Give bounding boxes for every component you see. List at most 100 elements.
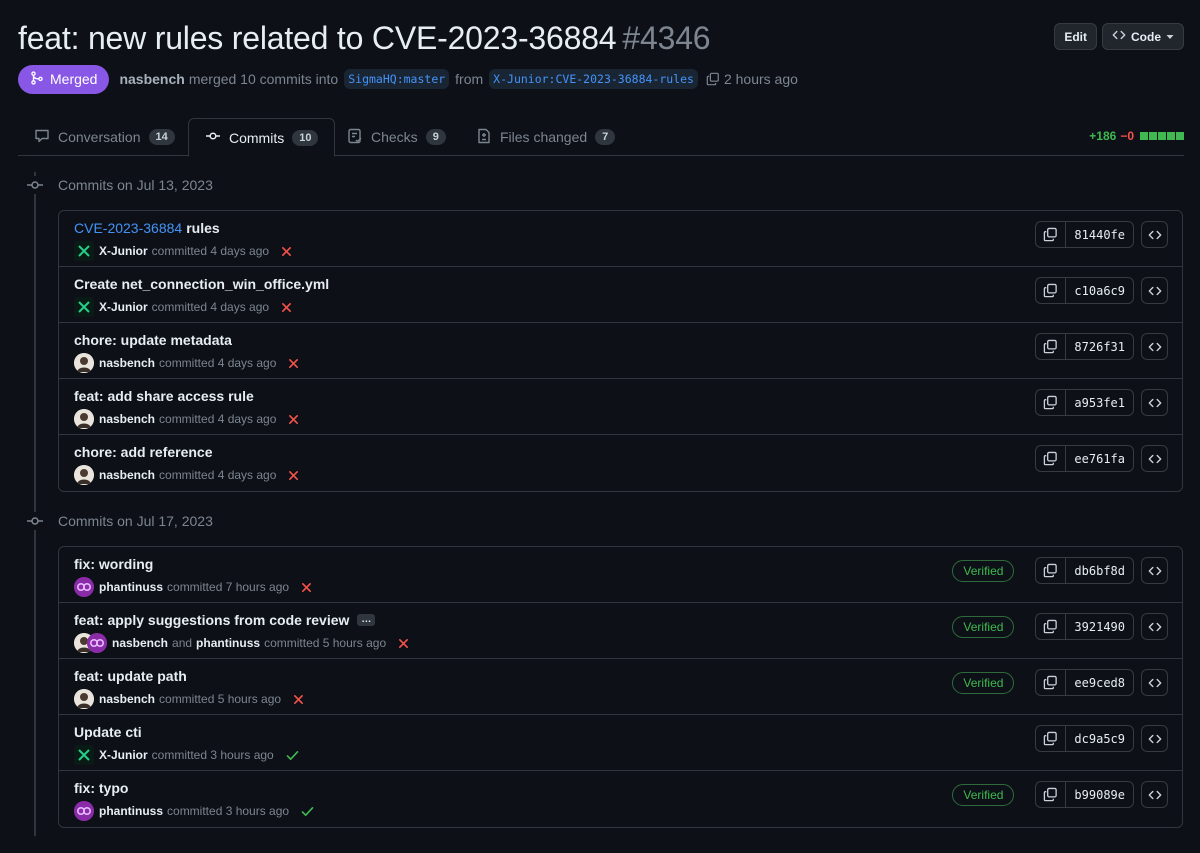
x-icon[interactable] — [301, 582, 312, 593]
commit-message[interactable]: rules — [186, 220, 219, 236]
commit-author[interactable]: X-Junior — [99, 244, 148, 258]
commit-author[interactable]: phantinuss — [99, 804, 163, 818]
commit-sha[interactable]: a953fe1 — [1066, 390, 1133, 415]
commit-title[interactable]: fix: wording — [74, 556, 153, 572]
issue-link[interactable]: CVE-2023-36884 — [74, 220, 182, 236]
base-branch[interactable]: SigmaHQ:master — [344, 69, 450, 89]
copy-icon[interactable] — [1036, 334, 1067, 359]
commit-sha[interactable]: ee9ced8 — [1066, 670, 1133, 695]
commit-title[interactable]: Create net_connection_win_office.yml — [74, 276, 329, 292]
x-icon[interactable] — [398, 638, 409, 649]
verified-badge[interactable]: Verified — [952, 559, 1015, 582]
commit-author[interactable]: nasbench — [99, 356, 155, 370]
commit-title[interactable]: fix: typo — [74, 780, 128, 796]
commit-message[interactable]: Update cti — [74, 724, 142, 740]
verified-badge[interactable]: Verified — [952, 671, 1015, 694]
browse-code-icon[interactable] — [1141, 613, 1168, 640]
edit-button[interactable]: Edit — [1054, 23, 1097, 50]
x-icon[interactable] — [288, 358, 299, 369]
commit-title[interactable]: chore: add reference — [74, 444, 213, 460]
check-icon[interactable] — [301, 806, 314, 817]
avatar[interactable] — [74, 745, 94, 765]
commit-message[interactable]: feat: apply suggestions from code review — [74, 612, 349, 628]
expand-message-button[interactable]: … — [357, 614, 376, 626]
commit-message[interactable]: feat: add share access rule — [74, 388, 254, 404]
commit-message[interactable]: feat: update path — [74, 668, 187, 684]
commit-title[interactable]: feat: apply suggestions from code review… — [74, 612, 376, 628]
copy-icon[interactable] — [1036, 222, 1067, 247]
commit-title[interactable]: CVE-2023-36884 rules — [74, 220, 220, 236]
copy-icon[interactable] — [1036, 446, 1067, 471]
browse-code-icon[interactable] — [1141, 221, 1168, 248]
x-icon[interactable] — [293, 694, 304, 705]
commit-author[interactable]: phantinuss — [99, 580, 163, 594]
avatar[interactable] — [74, 577, 94, 597]
check-icon[interactable] — [286, 750, 299, 761]
commit-message[interactable]: fix: typo — [74, 780, 128, 796]
commit-author[interactable]: X-Junior — [99, 748, 148, 762]
avatar[interactable] — [74, 465, 94, 485]
avatar[interactable] — [74, 241, 94, 261]
avatar[interactable] — [74, 409, 94, 429]
browse-code-icon[interactable] — [1141, 333, 1168, 360]
x-icon[interactable] — [281, 302, 292, 313]
browse-code-icon[interactable] — [1141, 389, 1168, 416]
commit-author[interactable]: nasbench — [112, 636, 168, 650]
commit-message[interactable]: chore: update metadata — [74, 332, 232, 348]
commit-sha[interactable]: c10a6c9 — [1066, 278, 1133, 303]
avatar[interactable] — [74, 353, 94, 373]
verified-badge[interactable]: Verified — [952, 615, 1015, 638]
commit-title[interactable]: chore: update metadata — [74, 332, 232, 348]
avatar[interactable] — [74, 801, 94, 821]
copy-icon[interactable] — [1036, 614, 1067, 639]
copy-icon[interactable] — [1036, 782, 1067, 807]
x-icon[interactable] — [281, 246, 292, 257]
copy-icon[interactable] — [1036, 278, 1067, 303]
browse-code-icon[interactable] — [1141, 445, 1168, 472]
commit-row: chore: update metadata nasbench committed … — [59, 323, 1182, 379]
browse-code-icon[interactable] — [1141, 725, 1168, 752]
copy-icon[interactable] — [1036, 726, 1067, 751]
x-icon[interactable] — [288, 414, 299, 425]
tab-commits[interactable]: Commits 10 — [188, 118, 336, 157]
commit-sha[interactable]: 3921490 — [1066, 614, 1133, 639]
commit-sha[interactable]: 8726f31 — [1066, 334, 1133, 359]
commit-message[interactable]: chore: add reference — [74, 444, 213, 460]
commit-author[interactable]: nasbench — [99, 468, 155, 482]
copy-icon[interactable] — [1036, 390, 1067, 415]
pr-author-link[interactable]: nasbench — [119, 71, 184, 87]
verified-badge[interactable]: Verified — [952, 783, 1015, 806]
commit-title[interactable]: feat: add share access rule — [74, 388, 254, 404]
tab-conversation[interactable]: Conversation 14 — [18, 118, 191, 156]
copy-icon[interactable] — [1036, 558, 1067, 583]
head-branch[interactable]: X-Junior:CVE-2023-36884-rules — [489, 69, 698, 89]
commit-sha[interactable]: 81440fe — [1066, 222, 1133, 247]
copy-icon[interactable] — [1036, 670, 1067, 695]
commit-author[interactable]: X-Junior — [99, 300, 148, 314]
code-button[interactable]: Code — [1102, 23, 1184, 50]
commit-title[interactable]: Update cti — [74, 724, 142, 740]
commit-time: committed 4 days ago — [151, 244, 270, 258]
browse-code-icon[interactable] — [1141, 781, 1168, 808]
commit-sha[interactable]: dc9a5c9 — [1066, 726, 1133, 751]
browse-code-icon[interactable] — [1141, 669, 1168, 696]
x-icon[interactable] — [288, 470, 299, 481]
avatar[interactable] — [74, 689, 94, 709]
commit-sha[interactable]: db6bf8d — [1066, 558, 1133, 583]
commit-sha[interactable]: b99089e — [1066, 782, 1133, 807]
browse-code-icon[interactable] — [1141, 557, 1168, 584]
commit-message[interactable]: fix: wording — [74, 556, 153, 572]
commit-title[interactable]: feat: update path — [74, 668, 187, 684]
tab-files-changed[interactable]: Files changed 7 — [460, 118, 631, 156]
copy-branch-icon[interactable] — [706, 72, 720, 86]
avatar[interactable] — [74, 297, 94, 317]
commit-author[interactable]: phantinuss — [196, 636, 260, 650]
additions-count: +186 — [1089, 129, 1117, 143]
browse-code-icon[interactable] — [1141, 277, 1168, 304]
commit-sha[interactable]: ee761fa — [1066, 446, 1133, 471]
commit-message[interactable]: Create net_connection_win_office.yml — [74, 276, 329, 292]
tab-checks[interactable]: Checks 9 — [331, 118, 462, 156]
commit-author[interactable]: nasbench — [99, 412, 155, 426]
avatar[interactable] — [87, 633, 107, 653]
commit-author[interactable]: nasbench — [99, 692, 155, 706]
